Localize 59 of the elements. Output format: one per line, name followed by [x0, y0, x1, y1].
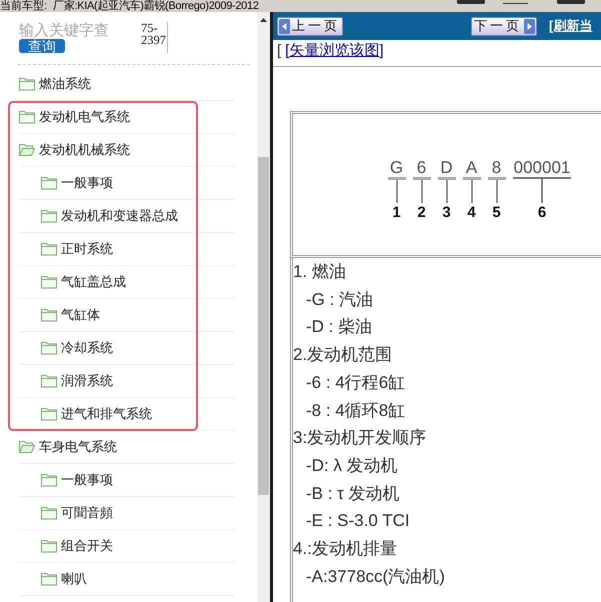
- refresh-link[interactable]: [刷新当: [549, 16, 592, 36]
- callout-number: 6: [538, 204, 546, 222]
- leader-line: [488, 177, 506, 204]
- spec-line: -D : 柴油: [306, 316, 372, 338]
- spec-line: -8 : 4循环8缸: [306, 400, 406, 422]
- spec-line: -G : 汽油: [306, 288, 374, 311]
- code-character: A: [466, 159, 478, 177]
- tree-item[interactable]: 气缸盖总成: [18, 266, 235, 299]
- toolbar-button[interactable]: [503, 0, 528, 4]
- callout-number: 3: [442, 204, 451, 222]
- tree-item[interactable]: 车身电气系统: [18, 431, 235, 464]
- tree-item[interactable]: 发动机和变速器总成: [18, 200, 235, 233]
- serial-number-text: 000001: [514, 159, 570, 177]
- callout-number: 5: [492, 204, 501, 222]
- tree-item[interactable]: 发动机电气系统: [18, 101, 235, 134]
- tree-item[interactable]: 喇叭: [18, 563, 235, 596]
- previous-page-button[interactable]: 上一页: [277, 16, 343, 36]
- callout-number: 1: [392, 204, 401, 222]
- tree-item[interactable]: 组合开关: [18, 530, 235, 563]
- tree-item[interactable]: 进气和排气系统: [18, 398, 235, 431]
- section-heading: 4.:发动机排量: [293, 538, 397, 560]
- tree-item[interactable]: 燃油系统: [18, 68, 235, 101]
- leader-line: [388, 177, 406, 204]
- tree-item[interactable]: 可聞音頻: [18, 497, 235, 530]
- car-model-label: 当前车型:: [0, 0, 48, 12]
- search-button[interactable]: 查询: [19, 39, 65, 53]
- tree-item[interactable]: 一般事项: [18, 464, 235, 497]
- spec-line: -A:3778cc(汽油机): [306, 566, 445, 588]
- section-heading: 3:发动机开发顺序: [293, 427, 426, 450]
- next-page-button[interactable]: 下一页: [471, 16, 537, 36]
- car-model-value: 厂家:KIA(起亚汽车)霸锐(Borrego)2009-2012: [53, 0, 259, 12]
- bracket-text: [: [277, 42, 282, 60]
- code-character: D: [440, 159, 453, 177]
- callout-number: 2: [417, 204, 426, 222]
- spec-line: -6 : 4行程6缸: [306, 372, 406, 394]
- tree-item[interactable]: 润滑系统: [18, 365, 235, 398]
- vector-view-link[interactable]: [矢量浏览该图]: [285, 42, 384, 60]
- leader-line: [438, 177, 456, 204]
- callout-number: 4: [467, 204, 476, 222]
- spec-line: -E : S-3.0 TCI: [306, 510, 410, 532]
- tree-item[interactable]: 一般事项: [18, 167, 235, 200]
- leader-line: [513, 177, 571, 204]
- code-text: 75-2397: [141, 22, 167, 49]
- scroll-thumb[interactable]: [258, 157, 269, 495]
- section-heading: 1. 燃油: [293, 261, 346, 283]
- tree-item[interactable]: 气缸体: [18, 299, 235, 332]
- spec-line: -D: λ 发动机: [306, 454, 398, 477]
- scroll-up-icon[interactable]: [260, 18, 267, 22]
- section-heading: 2.发动机范围: [293, 344, 392, 366]
- tree-item[interactable]: 正时系统: [18, 233, 235, 266]
- code-character: G: [390, 159, 404, 177]
- code-character: 6: [416, 159, 426, 177]
- spec-line: -B : τ 发动机: [306, 482, 400, 505]
- tree-item[interactable]: 发动机机械系统: [18, 134, 235, 167]
- leader-line: [462, 177, 480, 204]
- code-character: 8: [492, 159, 502, 177]
- tree-item[interactable]: 冷却系统: [18, 332, 235, 365]
- leader-line: [412, 177, 430, 204]
- search-field[interactable]: 输入关键字查: [19, 22, 111, 39]
